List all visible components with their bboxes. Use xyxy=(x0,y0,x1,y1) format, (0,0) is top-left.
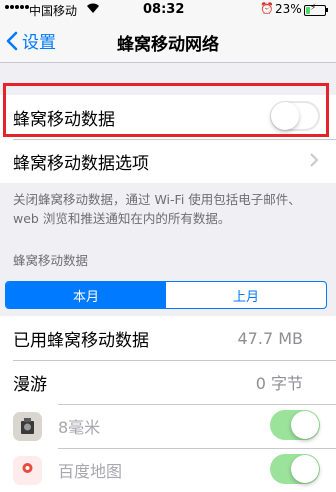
cellular-footer-note: 关闭蜂窝移动数据，通过 Wi-Fi 使用包括电子邮件、web 浏览和推送通知在内… xyxy=(13,192,301,226)
cellular-options-label: 蜂窝移动数据选项 xyxy=(13,153,149,174)
roaming-label: 漫游 xyxy=(13,374,47,395)
segment-this-month[interactable]: 本月 xyxy=(6,282,166,308)
signal-strength-icon xyxy=(5,5,29,9)
usage-section-header: 蜂窝移动数据 xyxy=(13,253,89,268)
status-bar: 中国移动 08:32 ⏰ 23% ⚡ xyxy=(0,0,336,20)
wifi-icon xyxy=(87,3,99,13)
page-title: 蜂窝移动网络 xyxy=(117,35,219,55)
cellular-data-options-row[interactable]: 蜂窝移动数据选项 xyxy=(0,139,336,183)
segment-last-month[interactable]: 上月 xyxy=(166,282,326,308)
app-row-baidu-maps: 百度地图 xyxy=(0,448,336,492)
roaming-value: 0 字节 xyxy=(255,374,303,393)
period-segmented-control: 本月 上月 xyxy=(5,281,327,309)
charging-bolt-icon: ⚡ xyxy=(310,3,317,13)
app-name: 百度地图 xyxy=(58,462,123,481)
app-name: 8毫米 xyxy=(58,418,101,437)
usage-row-roaming: 漫游 0 字节 xyxy=(0,360,336,404)
usage-group: 已用蜂窝移动数据 47.7 MB 漫游 0 字节 8毫米 百度地图 xyxy=(0,316,336,492)
carrier-name: 中国移动 xyxy=(29,4,78,18)
usage-label: 已用蜂窝移动数据 xyxy=(13,330,149,351)
app-row-8mm: 8毫米 xyxy=(0,404,336,448)
usage-row-used: 已用蜂窝移动数据 47.7 MB xyxy=(0,316,336,360)
navigation-bar: 设置 蜂窝移动网络 xyxy=(0,20,336,63)
chevron-right-icon xyxy=(310,153,318,167)
camera-app-icon xyxy=(13,412,42,441)
usage-value: 47.7 MB xyxy=(237,328,304,348)
clock: 08:32 xyxy=(143,2,185,17)
app-cellular-toggle[interactable] xyxy=(270,454,320,484)
highlight-box xyxy=(3,83,329,137)
app-cellular-toggle[interactable] xyxy=(270,410,320,440)
alarm-icon: ⏰ xyxy=(260,2,274,15)
battery-percent: 23% xyxy=(275,2,302,16)
battery-tip xyxy=(326,8,328,12)
